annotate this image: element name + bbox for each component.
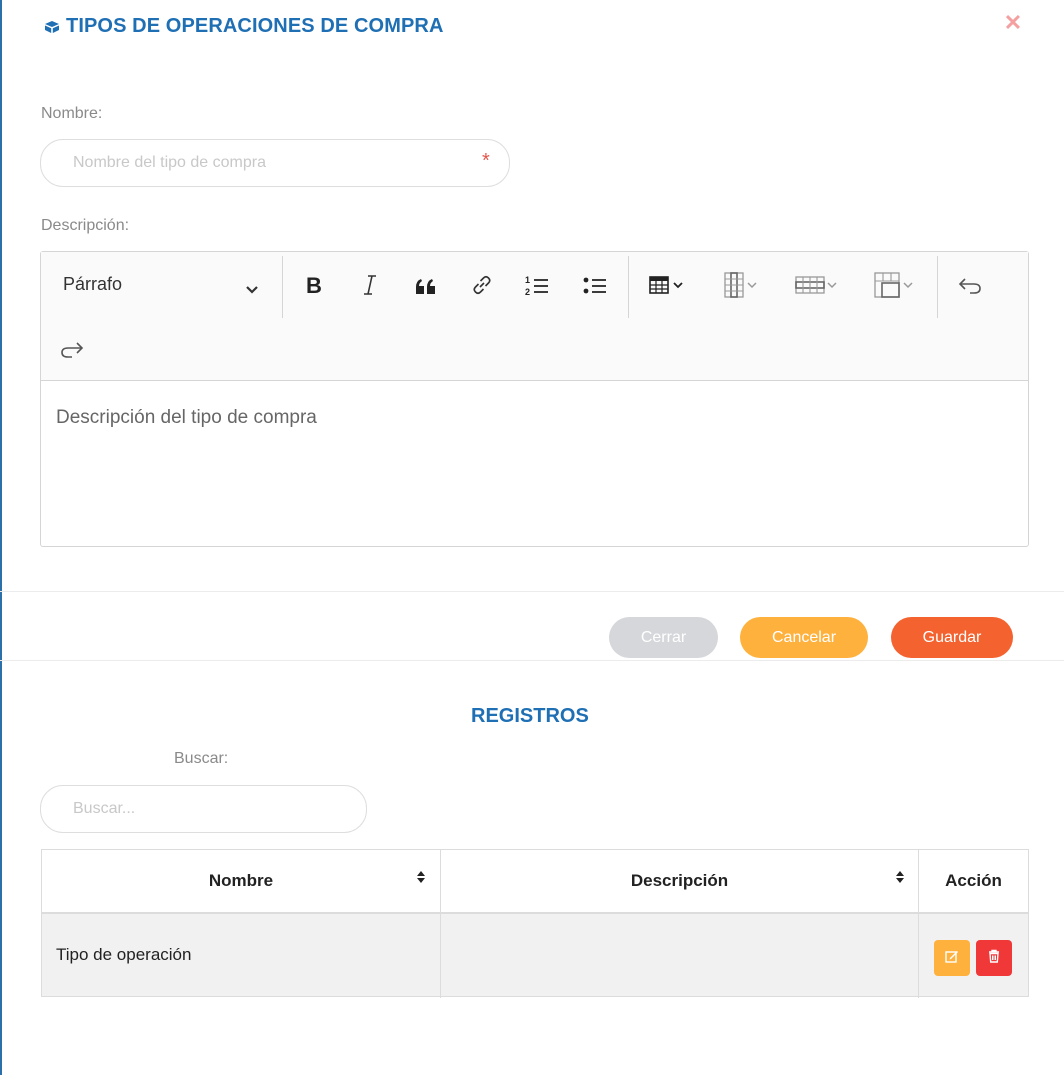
link-icon[interactable]	[467, 270, 497, 300]
bulleted-list-icon[interactable]	[579, 270, 611, 300]
toolbar-separator	[628, 256, 629, 318]
merge-cells-icon[interactable]	[869, 270, 921, 300]
svg-text:B: B	[306, 274, 322, 296]
undo-icon[interactable]	[953, 272, 987, 300]
rich-text-editor: Párrafo B 12 Descripción del tipo de com…	[40, 251, 1029, 547]
cancel-button[interactable]: Cancelar	[740, 617, 868, 658]
toolbar-separator	[282, 256, 283, 318]
divider	[0, 591, 1064, 592]
chevron-down-icon	[245, 282, 259, 300]
delete-button[interactable]	[976, 940, 1012, 976]
toolbar-separator	[937, 256, 938, 318]
edit-button[interactable]	[934, 940, 970, 976]
section-title: REGISTROS	[471, 705, 589, 727]
search-input[interactable]	[40, 785, 367, 833]
insert-table-icon[interactable]	[645, 270, 693, 300]
svg-text:2: 2	[525, 287, 530, 297]
column-header-nombre[interactable]: Nombre	[42, 850, 440, 914]
name-label: Nombre:	[41, 105, 103, 122]
cell-nombre: Tipo de operación	[56, 945, 192, 964]
column-header-label: Descripción	[630, 871, 729, 890]
column-header-descripcion[interactable]: Descripción	[441, 850, 918, 914]
table-row-icon[interactable]	[791, 270, 843, 300]
trash-icon	[988, 949, 1000, 968]
name-input[interactable]	[40, 139, 510, 187]
column-header-label: Nombre	[208, 871, 274, 890]
search-label: Buscar:	[174, 750, 229, 767]
numbered-list-icon[interactable]: 12	[521, 270, 553, 300]
column-header-accion: Acción	[919, 850, 1028, 914]
divider	[0, 660, 1064, 661]
editor-toolbar: Párrafo B 12	[41, 252, 1028, 381]
column-divider	[440, 850, 441, 998]
paragraph-format-label: Párrafo	[63, 273, 123, 294]
editor-content-area[interactable]: Descripción del tipo de compra	[56, 407, 317, 429]
bold-icon[interactable]: B	[299, 270, 329, 300]
italic-icon[interactable]	[355, 270, 385, 300]
save-button[interactable]: Guardar	[891, 617, 1013, 658]
required-mark: *	[482, 150, 490, 172]
left-edge-border	[0, 0, 2, 1075]
records-table: Nombre Descripción Acción Tipo de operac…	[41, 849, 1029, 998]
sort-icon[interactable]	[895, 870, 905, 889]
boxes-icon	[44, 20, 60, 33]
column-header-label: Acción	[945, 871, 1002, 890]
description-label: Descripción:	[41, 217, 130, 234]
edit-icon	[945, 949, 959, 968]
svg-text:1: 1	[525, 275, 530, 285]
blockquote-icon[interactable]	[411, 272, 441, 300]
redo-icon[interactable]	[55, 336, 89, 364]
close-icon[interactable]: ✕	[1002, 10, 1024, 36]
sort-icon[interactable]	[416, 870, 426, 889]
close-button[interactable]: Cerrar	[609, 617, 718, 658]
column-divider	[918, 850, 919, 998]
modal-header: TIPOS DE OPERACIONES DE COMPRA	[44, 12, 444, 40]
modal-title: TIPOS DE OPERACIONES DE COMPRA	[66, 14, 444, 37]
table-column-icon[interactable]	[719, 270, 767, 300]
